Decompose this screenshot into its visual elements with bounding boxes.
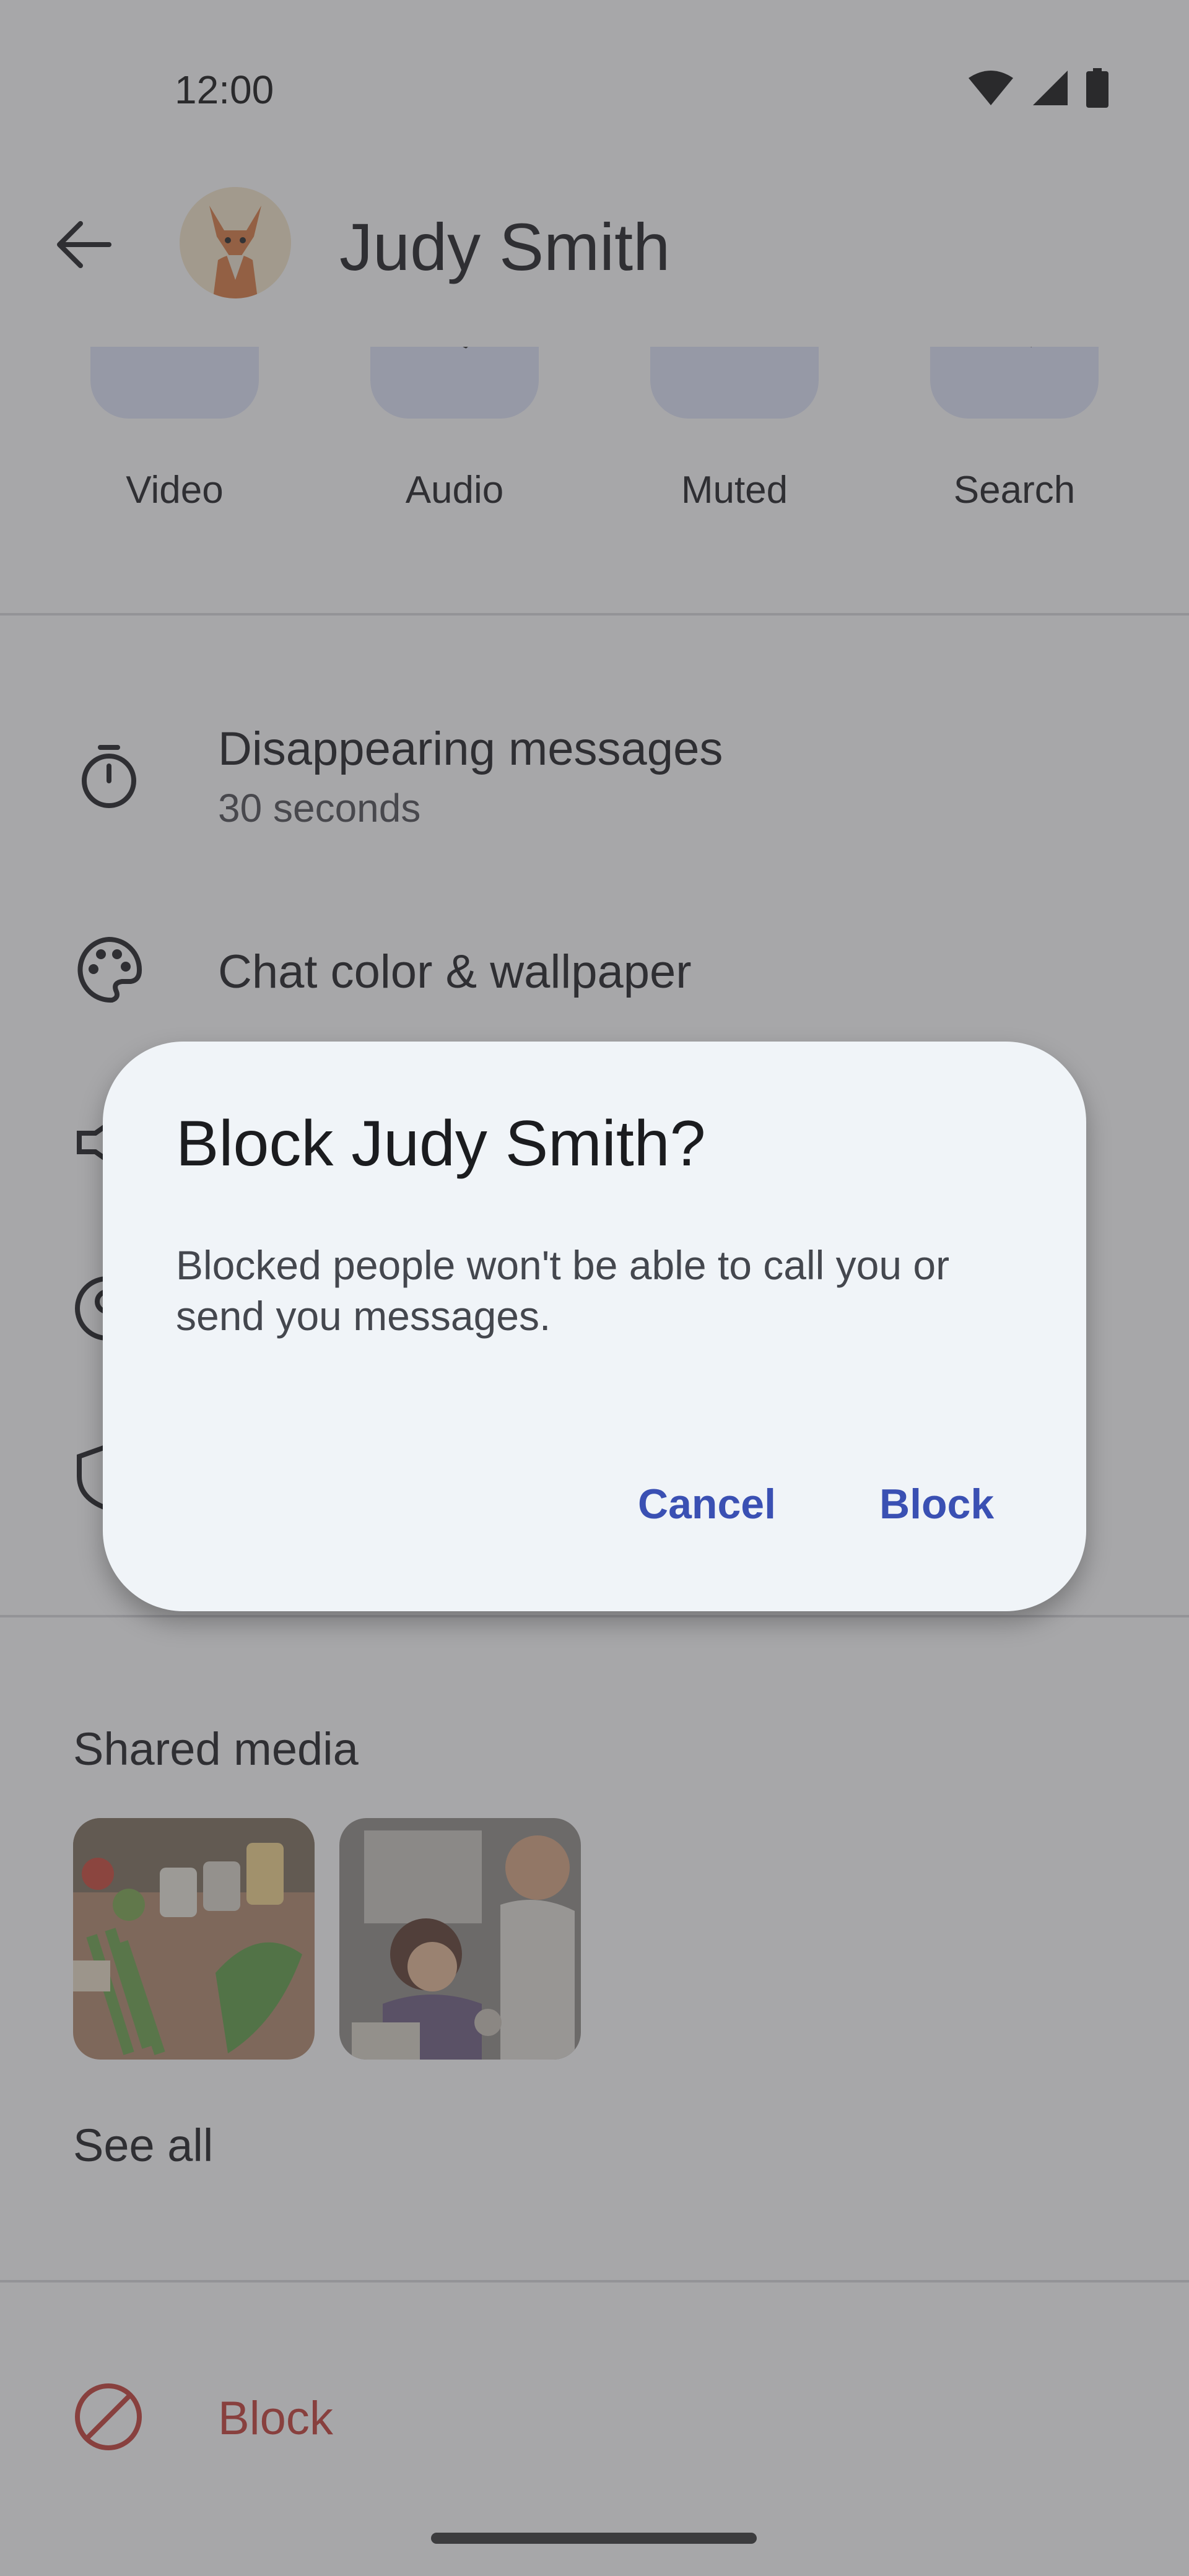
cancel-button[interactable]: Cancel: [619, 1471, 795, 1537]
dialog-message: Blocked people won't be able to call you…: [176, 1242, 950, 1339]
dialog-title: Block Judy Smith?: [176, 1108, 706, 1180]
block-confirm-dialog: Block Judy Smith? Blocked people won't b…: [103, 1042, 1086, 1611]
confirm-block-button[interactable]: Block: [861, 1471, 1013, 1537]
